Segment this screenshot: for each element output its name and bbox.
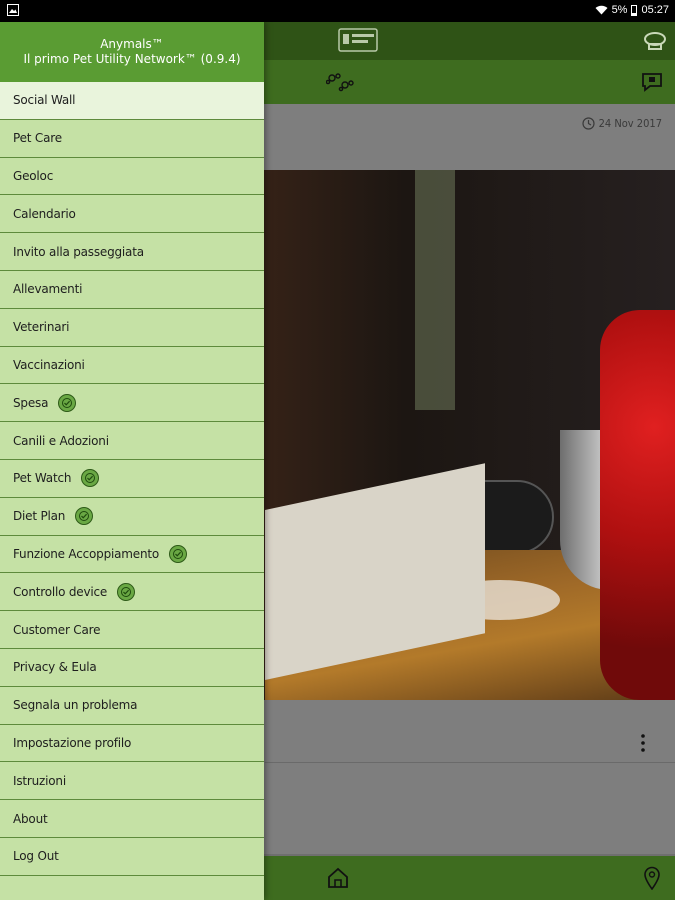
battery-icon xyxy=(631,4,638,16)
drawer-item-pet-care[interactable]: Pet Care xyxy=(0,120,264,158)
drawer-item-invito-alla-passeggiata[interactable]: Invito alla passeggiata xyxy=(0,233,264,271)
drawer-menu: Social Wall Pet Care Geoloc Calendario Invit… xyxy=(0,82,264,876)
app-name: Anymals™ xyxy=(100,37,164,51)
premium-badge-icon xyxy=(75,507,94,526)
notification-icon[interactable] xyxy=(643,30,667,54)
drawer-item-label: Canili e Adozioni xyxy=(13,433,109,448)
drawer-item-label: Funzione Accoppiamento xyxy=(13,546,160,561)
drawer-item-funzione-accoppiamento[interactable]: Funzione Accoppiamento xyxy=(0,536,264,574)
drawer-item-about[interactable]: About xyxy=(0,800,264,838)
drawer-item-label: Customer Care xyxy=(13,622,101,637)
drawer-item-controllo-device[interactable]: Controllo device xyxy=(0,573,264,612)
location-pin-icon[interactable] xyxy=(642,865,662,891)
drawer-item-label: Segnala un problema xyxy=(13,698,138,713)
drawer-header: Anymals™ Il primo Pet Utility Network™ (… xyxy=(0,22,264,82)
drawer-item-allevamenti[interactable]: Allevamenti xyxy=(0,271,264,309)
drawer-item-label: Log Out xyxy=(13,849,59,864)
drawer-item-canili-e-adozioni[interactable]: Canili e Adozioni xyxy=(0,422,264,460)
drawer-item-segnala-un-problema[interactable]: Segnala un problema xyxy=(0,687,264,725)
post-date-text: 24 Nov 2017 xyxy=(598,117,662,130)
clock-icon xyxy=(582,117,595,130)
drawer-item-geoloc[interactable]: Geoloc xyxy=(0,158,264,196)
clock: 05:27 xyxy=(641,4,669,16)
drawer-item-label: Veterinari xyxy=(13,320,70,335)
drawer-item-label: About xyxy=(13,811,48,826)
drawer-item-label: Allevamenti xyxy=(13,282,83,297)
premium-badge-icon xyxy=(81,469,100,488)
drawer-item-label: Pet Watch xyxy=(13,471,72,486)
more-options-icon[interactable] xyxy=(641,734,645,752)
drawer-item-impostazione-profilo[interactable]: Impostazione profilo xyxy=(0,725,264,763)
chat-icon[interactable] xyxy=(640,71,664,93)
wifi-icon xyxy=(595,5,608,15)
drawer-item-label: Geoloc xyxy=(13,168,54,183)
post-date: 24 Nov 2017 xyxy=(582,117,662,130)
drawer-item-label: Calendario xyxy=(13,206,76,221)
drawer-item-label: Privacy & Eula xyxy=(13,660,97,675)
drawer-item-label: Vaccinazioni xyxy=(13,357,85,372)
drawer-item-diet-plan[interactable]: Diet Plan xyxy=(0,498,264,536)
drawer-item-veterinari[interactable]: Veterinari xyxy=(0,309,264,347)
premium-badge-icon xyxy=(117,582,136,601)
premium-badge-icon xyxy=(169,544,188,563)
status-right: 5% 05:27 xyxy=(595,4,669,16)
drawer-item-istruzioni[interactable]: Istruzioni xyxy=(0,762,264,801)
drawer-item-label: Invito alla passeggiata xyxy=(13,244,144,259)
status-bar: 5% 05:27 xyxy=(0,0,675,22)
report-icon[interactable] xyxy=(338,28,378,52)
drawer-item-label: Controllo device xyxy=(13,584,108,599)
drawer-item-pet-watch[interactable]: Pet Watch xyxy=(0,460,264,498)
premium-badge-icon xyxy=(58,393,77,412)
drawer-item-label: Spesa xyxy=(13,395,49,410)
drawer-item-label: Impostazione profilo xyxy=(13,735,132,750)
drawer-item-calendario[interactable]: Calendario xyxy=(0,195,264,234)
drawer-item-spesa[interactable]: Spesa xyxy=(0,384,264,423)
gallery-notification-icon xyxy=(7,4,19,16)
drawer-item-label: Pet Care xyxy=(13,131,62,146)
drawer-item-privacy-eula[interactable]: Privacy & Eula xyxy=(0,649,264,687)
home-icon[interactable] xyxy=(326,866,350,890)
battery-percent: 5% xyxy=(611,4,628,16)
app-tagline: Il primo Pet Utility Network™ (0.9.4) xyxy=(23,52,241,66)
drawer-item-log-out[interactable]: Log Out xyxy=(0,838,264,876)
navigation-drawer: Anymals™ Il primo Pet Utility Network™ (… xyxy=(0,22,264,900)
drawer-item-social-wall[interactable]: Social Wall xyxy=(0,82,264,120)
drawer-item-label: Istruzioni xyxy=(13,773,66,788)
drawer-item-vaccinazioni[interactable]: Vaccinazioni xyxy=(0,347,264,385)
drawer-item-label: Social Wall xyxy=(13,93,76,108)
paw-prints-icon[interactable] xyxy=(326,72,356,94)
drawer-item-label: Diet Plan xyxy=(13,509,66,524)
drawer-item-customer-care[interactable]: Customer Care xyxy=(0,611,264,649)
